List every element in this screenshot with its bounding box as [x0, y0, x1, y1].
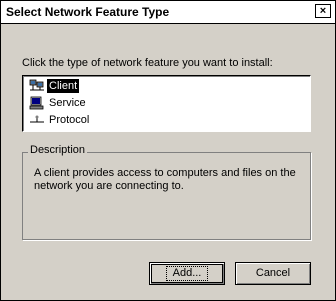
add-button[interactable]: Add...: [149, 262, 225, 285]
list-item-client[interactable]: Client: [29, 78, 80, 94]
list-item-protocol[interactable]: Protocol: [29, 112, 91, 128]
network-client-icon: [29, 79, 45, 93]
description-text: A client provides access to computers an…: [34, 167, 296, 192]
dialog-title: Select Network Feature Type: [6, 5, 170, 19]
feature-type-list[interactable]: Client Service Protocol: [22, 75, 311, 132]
list-item-service[interactable]: Service: [29, 95, 88, 111]
add-button-label: Add...: [165, 266, 209, 281]
close-icon: ×: [319, 5, 327, 17]
description-groupbox: [22, 152, 311, 240]
list-item-label: Protocol: [49, 114, 90, 126]
title-bar[interactable]: Select Network Feature Type ×: [1, 1, 335, 24]
list-item-label: Client: [47, 79, 80, 93]
description-legend: Description: [28, 144, 88, 156]
cancel-button[interactable]: Cancel: [235, 262, 311, 285]
close-button[interactable]: ×: [315, 4, 331, 18]
list-item-label: Service: [49, 97, 86, 109]
network-service-icon: [29, 96, 45, 110]
instruction-text: Click the type of network feature you wa…: [22, 57, 273, 69]
network-protocol-icon: [29, 113, 45, 127]
